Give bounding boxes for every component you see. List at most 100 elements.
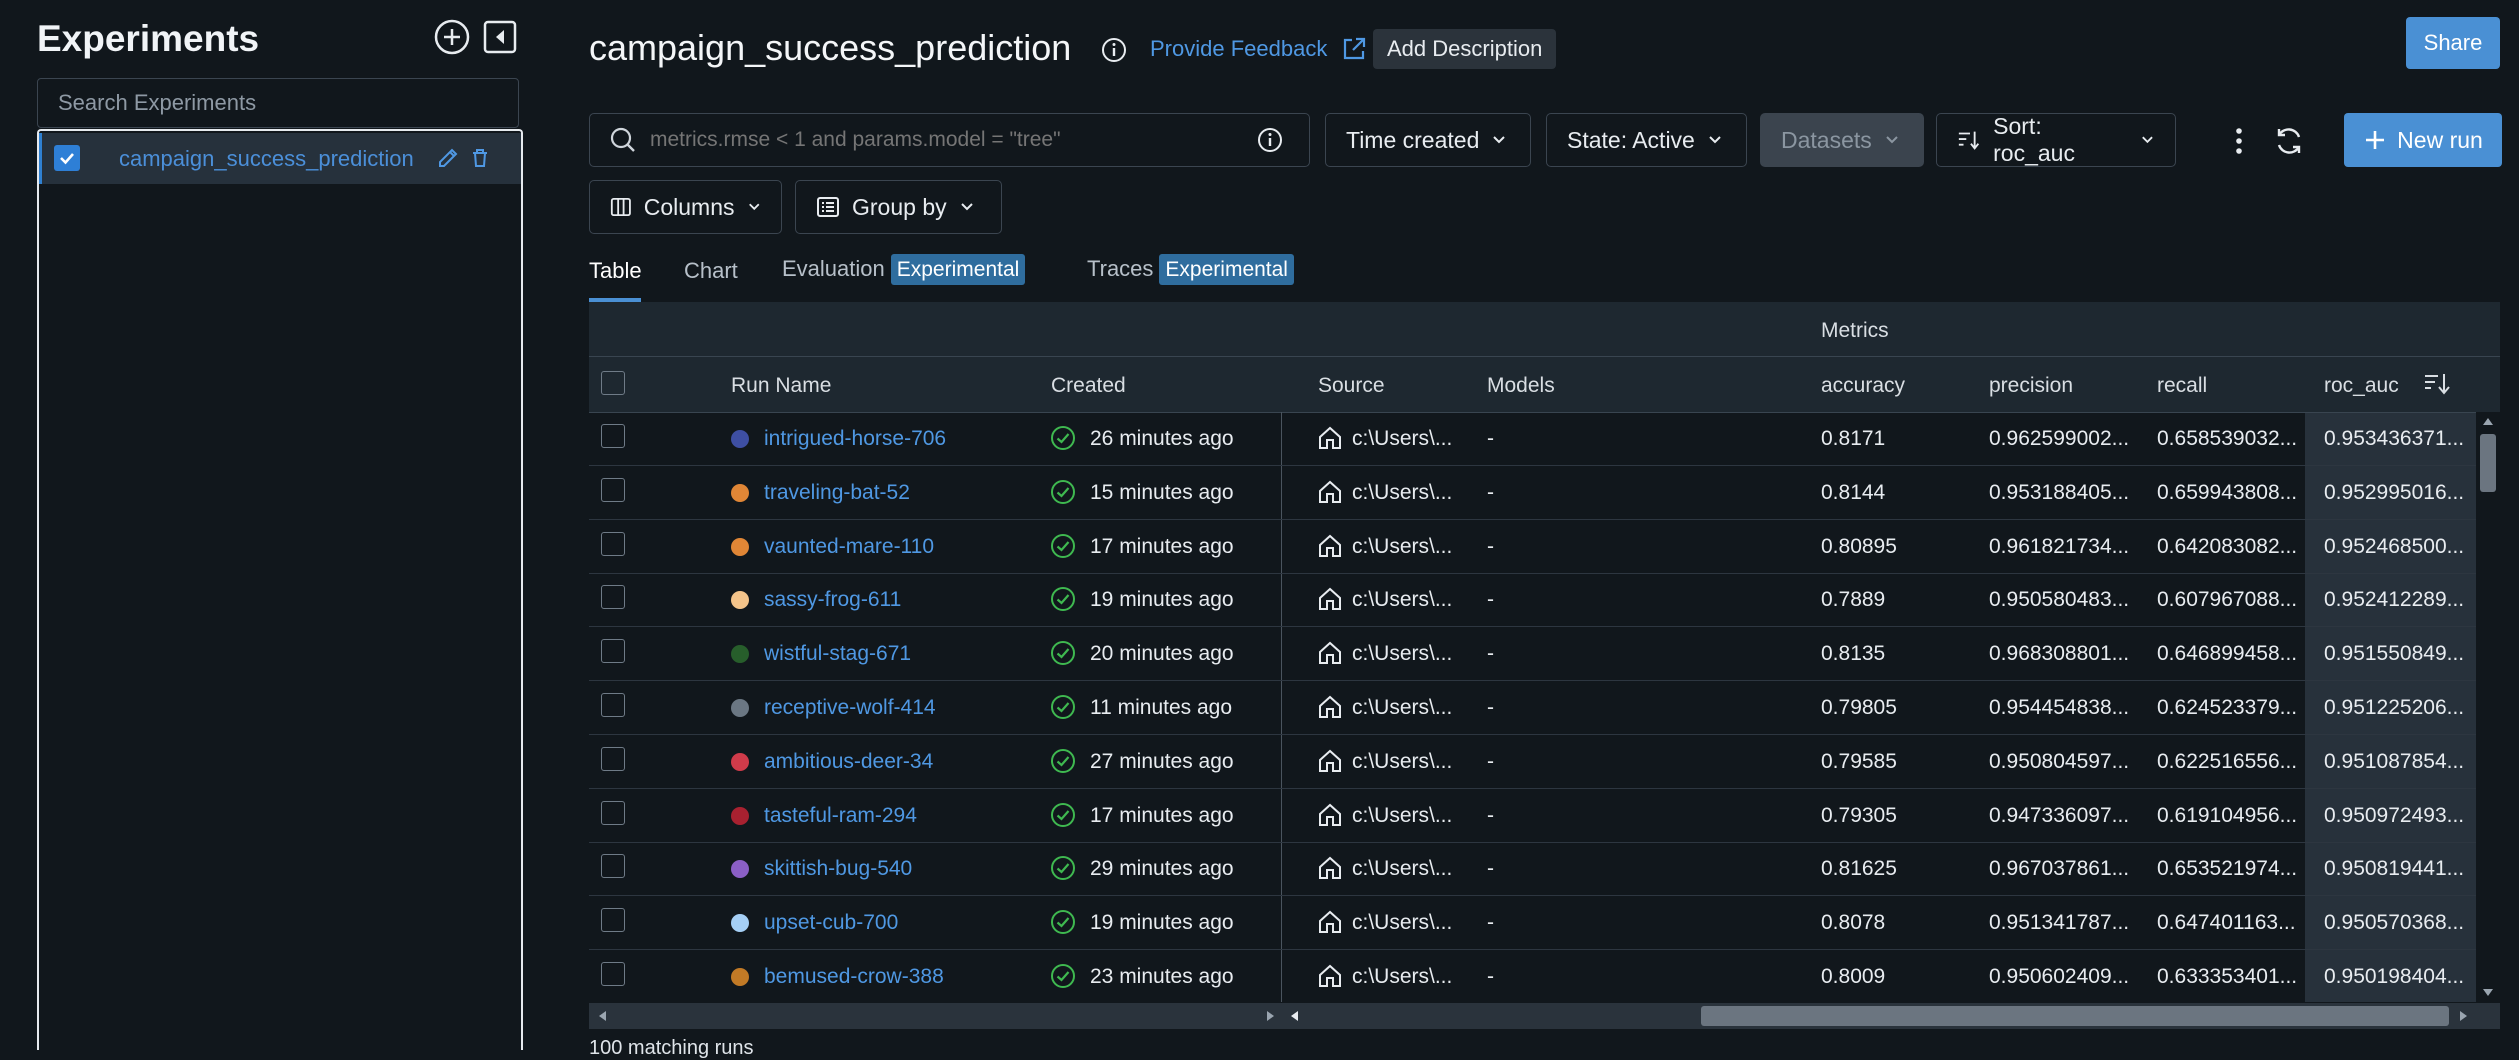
- sort-dropdown[interactable]: Sort: roc_auc: [1936, 113, 2176, 167]
- group-by-button[interactable]: Group by: [795, 180, 1002, 234]
- delete-experiment-button[interactable]: [466, 144, 494, 172]
- table-row[interactable]: sassy-frog-611 19 minutes ago c:\Users\...…: [589, 573, 2500, 628]
- scroll-left-icon[interactable]: [597, 1010, 607, 1022]
- col-run-name[interactable]: Run Name: [731, 374, 831, 398]
- vertical-scrollbar[interactable]: [2476, 412, 2500, 1002]
- refresh-icon[interactable]: [2272, 124, 2306, 158]
- run-name-link[interactable]: traveling-bat-52: [764, 481, 910, 505]
- state-filter-dropdown[interactable]: State: Active: [1546, 113, 1747, 167]
- table-row[interactable]: bemused-crow-388 23 minutes ago c:\Users\.…: [589, 950, 2500, 1002]
- run-name-link[interactable]: intrigued-horse-706: [764, 427, 946, 451]
- run-source[interactable]: c:\Users\...: [1352, 696, 1452, 720]
- source-home-icon: [1317, 802, 1343, 833]
- table-row[interactable]: upset-cub-700 19 minutes ago c:\Users\... -…: [589, 896, 2500, 951]
- experiment-item[interactable]: campaign_success_prediction: [39, 133, 521, 184]
- run-source[interactable]: c:\Users\...: [1352, 588, 1452, 612]
- run-name-link[interactable]: skittish-bug-540: [764, 857, 912, 881]
- row-checkbox[interactable]: [601, 424, 625, 448]
- col-created[interactable]: Created: [1051, 374, 1126, 398]
- run-source[interactable]: c:\Users\...: [1352, 427, 1452, 451]
- col-recall[interactable]: recall: [2157, 374, 2207, 398]
- new-run-button[interactable]: New run: [2344, 113, 2502, 167]
- table-row[interactable]: tasteful-ram-294 17 minutes ago c:\Users\.…: [589, 789, 2500, 843]
- datasets-dropdown[interactable]: Datasets: [1760, 113, 1924, 167]
- source-home-icon: [1317, 479, 1343, 510]
- provide-feedback-link[interactable]: Provide Feedback: [1150, 36, 1367, 62]
- row-checkbox[interactable]: [601, 908, 625, 933]
- more-options-icon[interactable]: [2224, 124, 2254, 158]
- sort-descending-icon[interactable]: [2423, 371, 2451, 397]
- table-row[interactable]: intrigued-horse-706 26 minutes ago c:\User…: [589, 412, 2500, 466]
- col-accuracy[interactable]: accuracy: [1821, 374, 1905, 398]
- table-row[interactable]: ambitious-deer-34 27 minutes ago c:\Users\…: [589, 735, 2500, 789]
- col-source[interactable]: Source: [1318, 374, 1385, 398]
- run-source[interactable]: c:\Users\...: [1352, 911, 1452, 935]
- run-source[interactable]: c:\Users\...: [1352, 857, 1452, 881]
- vertical-scroll-thumb[interactable]: [2480, 434, 2496, 492]
- table-row[interactable]: traveling-bat-52 15 minutes ago c:\Users\.…: [589, 466, 2500, 520]
- run-name-link[interactable]: vaunted-mare-110: [764, 535, 934, 559]
- collapse-sidebar-button[interactable]: [480, 17, 520, 57]
- run-accuracy: 0.79805: [1821, 696, 1897, 719]
- run-recall: 0.622516556...: [2157, 749, 2298, 773]
- col-roc-auc[interactable]: roc_auc: [2324, 374, 2399, 398]
- row-checkbox[interactable]: [601, 800, 625, 825]
- run-models: -: [1487, 696, 1494, 719]
- row-checkbox[interactable]: [601, 639, 625, 664]
- experiment-checkbox[interactable]: [54, 145, 80, 171]
- columns-icon: [610, 197, 631, 217]
- table-row[interactable]: vaunted-mare-110 17 minutes ago c:\Users\.…: [589, 520, 2500, 574]
- col-precision[interactable]: precision: [1989, 374, 2073, 398]
- horizontal-scrollbar[interactable]: [589, 1003, 2500, 1033]
- table-row[interactable]: receptive-wolf-414 11 minutes ago c:\Users…: [589, 681, 2500, 735]
- row-checkbox[interactable]: [601, 477, 625, 502]
- run-name-link[interactable]: receptive-wolf-414: [764, 696, 936, 720]
- row-checkbox[interactable]: [601, 585, 625, 610]
- run-name-link[interactable]: tasteful-ram-294: [764, 804, 917, 828]
- run-name-link[interactable]: upset-cub-700: [764, 911, 898, 935]
- info-icon[interactable]: [1100, 36, 1128, 64]
- create-experiment-button[interactable]: [432, 17, 472, 57]
- run-source[interactable]: c:\Users\...: [1352, 535, 1452, 559]
- scroll-right-icon[interactable]: [2459, 1010, 2469, 1022]
- row-checkbox[interactable]: [601, 962, 625, 986]
- run-color-dot: [731, 699, 749, 717]
- experiments-search-input[interactable]: [37, 78, 519, 128]
- run-name-link[interactable]: bemused-crow-388: [764, 965, 944, 989]
- scroll-left-icon[interactable]: [1289, 1010, 1299, 1022]
- run-models: -: [1487, 427, 1494, 450]
- rename-experiment-button[interactable]: [434, 144, 462, 172]
- tab-evaluation[interactable]: Evaluation Experimental: [782, 254, 1026, 285]
- horizontal-scroll-thumb[interactable]: [1701, 1006, 2449, 1026]
- row-checkbox[interactable]: [601, 854, 625, 879]
- run-name-link[interactable]: ambitious-deer-34: [764, 750, 933, 774]
- add-description-button[interactable]: Add Description: [1373, 29, 1557, 69]
- plus-circle-icon: [434, 19, 470, 55]
- time-created-dropdown[interactable]: Time created: [1325, 113, 1531, 167]
- run-color-dot: [731, 860, 749, 879]
- table-row[interactable]: skittish-bug-540 29 minutes ago c:\Users\.…: [589, 842, 2500, 897]
- run-source[interactable]: c:\Users\...: [1352, 965, 1452, 989]
- run-source[interactable]: c:\Users\...: [1352, 642, 1452, 666]
- columns-button[interactable]: Columns: [589, 180, 782, 234]
- tab-traces[interactable]: Traces Experimental: [1087, 254, 1294, 285]
- run-source[interactable]: c:\Users\...: [1352, 804, 1452, 828]
- col-models[interactable]: Models: [1487, 374, 1555, 398]
- scroll-up-icon[interactable]: [2482, 416, 2494, 426]
- share-button[interactable]: Share: [2406, 17, 2500, 69]
- run-name-link[interactable]: wistful-stag-671: [764, 642, 911, 666]
- runs-search-input[interactable]: [648, 127, 1242, 153]
- tab-table[interactable]: Table: [589, 258, 642, 284]
- row-checkbox[interactable]: [601, 746, 625, 771]
- select-all-checkbox[interactable]: [601, 371, 625, 395]
- search-syntax-info-icon[interactable]: [1256, 126, 1284, 154]
- run-name-link[interactable]: sassy-frog-611: [764, 588, 901, 612]
- run-source[interactable]: c:\Users\...: [1352, 750, 1452, 774]
- row-checkbox[interactable]: [601, 531, 625, 556]
- tab-chart[interactable]: Chart: [684, 258, 738, 284]
- row-checkbox[interactable]: [601, 693, 625, 717]
- run-source[interactable]: c:\Users\...: [1352, 481, 1452, 505]
- scroll-right-icon[interactable]: [1266, 1010, 1276, 1022]
- table-row[interactable]: wistful-stag-671 20 minutes ago c:\Users\.…: [589, 627, 2500, 682]
- scroll-down-icon[interactable]: [2482, 988, 2494, 998]
